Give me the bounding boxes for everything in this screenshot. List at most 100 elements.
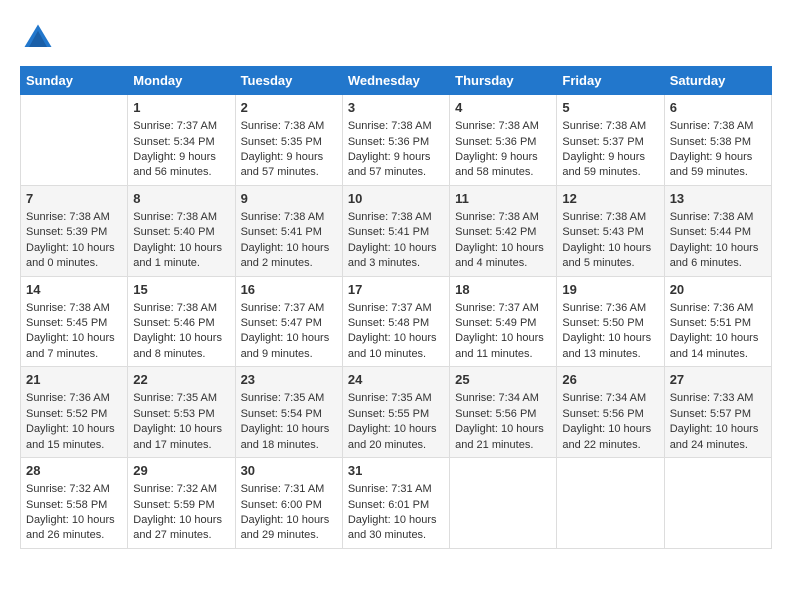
- sunset-text: Sunset: 5:41 PM: [348, 226, 429, 238]
- sunset-text: Sunset: 5:54 PM: [241, 408, 322, 420]
- sunset-text: Sunset: 5:37 PM: [562, 136, 643, 148]
- daylight-text: Daylight: 10 hours and 11 minutes.: [455, 332, 544, 359]
- daylight-text: Daylight: 10 hours and 26 minutes.: [26, 514, 115, 541]
- sunrise-text: Sunrise: 7:38 AM: [348, 211, 432, 223]
- daylight-text: Daylight: 10 hours and 1 minute.: [133, 242, 222, 269]
- day-cell: 15Sunrise: 7:38 AMSunset: 5:46 PMDayligh…: [128, 276, 235, 367]
- day-number: 21: [26, 371, 122, 389]
- day-number: 8: [133, 190, 229, 208]
- page-header: [20, 20, 772, 56]
- sunrise-text: Sunrise: 7:38 AM: [455, 120, 539, 132]
- logo-icon: [20, 20, 56, 56]
- week-row-5: 28Sunrise: 7:32 AMSunset: 5:58 PMDayligh…: [21, 458, 772, 549]
- column-header-friday: Friday: [557, 67, 664, 95]
- daylight-text: Daylight: 10 hours and 30 minutes.: [348, 514, 437, 541]
- sunset-text: Sunset: 5:36 PM: [348, 136, 429, 148]
- day-cell: 22Sunrise: 7:35 AMSunset: 5:53 PMDayligh…: [128, 367, 235, 458]
- day-cell: 24Sunrise: 7:35 AMSunset: 5:55 PMDayligh…: [342, 367, 449, 458]
- daylight-text: Daylight: 10 hours and 15 minutes.: [26, 423, 115, 450]
- sunset-text: Sunset: 5:42 PM: [455, 226, 536, 238]
- sunset-text: Sunset: 5:57 PM: [670, 408, 751, 420]
- day-cell: 5Sunrise: 7:38 AMSunset: 5:37 PMDaylight…: [557, 95, 664, 186]
- sunset-text: Sunset: 5:56 PM: [455, 408, 536, 420]
- sunrise-text: Sunrise: 7:31 AM: [241, 483, 325, 495]
- sunset-text: Sunset: 6:01 PM: [348, 499, 429, 511]
- day-cell: 20Sunrise: 7:36 AMSunset: 5:51 PMDayligh…: [664, 276, 771, 367]
- sunrise-text: Sunrise: 7:37 AM: [455, 302, 539, 314]
- day-cell: 17Sunrise: 7:37 AMSunset: 5:48 PMDayligh…: [342, 276, 449, 367]
- column-header-tuesday: Tuesday: [235, 67, 342, 95]
- daylight-text: Daylight: 10 hours and 7 minutes.: [26, 332, 115, 359]
- day-cell: 9Sunrise: 7:38 AMSunset: 5:41 PMDaylight…: [235, 185, 342, 276]
- daylight-text: Daylight: 10 hours and 8 minutes.: [133, 332, 222, 359]
- sunrise-text: Sunrise: 7:38 AM: [670, 120, 754, 132]
- sunset-text: Sunset: 5:58 PM: [26, 499, 107, 511]
- daylight-text: Daylight: 9 hours and 59 minutes.: [670, 151, 753, 178]
- day-number: 3: [348, 99, 444, 117]
- column-header-monday: Monday: [128, 67, 235, 95]
- day-cell: 12Sunrise: 7:38 AMSunset: 5:43 PMDayligh…: [557, 185, 664, 276]
- sunset-text: Sunset: 5:55 PM: [348, 408, 429, 420]
- daylight-text: Daylight: 10 hours and 5 minutes.: [562, 242, 651, 269]
- day-number: 15: [133, 281, 229, 299]
- sunset-text: Sunset: 5:40 PM: [133, 226, 214, 238]
- day-cell: 19Sunrise: 7:36 AMSunset: 5:50 PMDayligh…: [557, 276, 664, 367]
- sunrise-text: Sunrise: 7:35 AM: [133, 392, 217, 404]
- sunrise-text: Sunrise: 7:38 AM: [133, 211, 217, 223]
- day-number: 5: [562, 99, 658, 117]
- sunrise-text: Sunrise: 7:31 AM: [348, 483, 432, 495]
- daylight-text: Daylight: 10 hours and 2 minutes.: [241, 242, 330, 269]
- day-cell: [557, 458, 664, 549]
- week-row-4: 21 Sunrise: 7:36 AM Sunset: 5:52 PM Dayligh…: [21, 367, 772, 458]
- daylight-text: Daylight: 10 hours and 6 minutes.: [670, 242, 759, 269]
- sunset-text: Sunset: 5:50 PM: [562, 317, 643, 329]
- daylight-text: Daylight: 9 hours and 56 minutes.: [133, 151, 216, 178]
- day-cell: 6Sunrise: 7:38 AMSunset: 5:38 PMDaylight…: [664, 95, 771, 186]
- sunset-text: Sunset: 5:51 PM: [670, 317, 751, 329]
- daylight-text: Daylight: 10 hours and 0 minutes.: [26, 242, 115, 269]
- sunset-text: Sunset: 5:43 PM: [562, 226, 643, 238]
- sunrise-text: Sunrise: 7:38 AM: [562, 211, 646, 223]
- header-row: SundayMondayTuesdayWednesdayThursdayFrid…: [21, 67, 772, 95]
- daylight-text: Daylight: 10 hours and 18 minutes.: [241, 423, 330, 450]
- day-number: 2: [241, 99, 337, 117]
- day-number: 1: [133, 99, 229, 117]
- day-cell: 10 Sunrise: 7:38 AM Sunset: 5:41 PM Dayligh…: [342, 185, 449, 276]
- daylight-text: Daylight: 10 hours and 24 minutes.: [670, 423, 759, 450]
- day-cell: 26Sunrise: 7:34 AMSunset: 5:56 PMDayligh…: [557, 367, 664, 458]
- sunset-text: Sunset: 5:52 PM: [26, 408, 107, 420]
- sunrise-text: Sunrise: 7:36 AM: [670, 302, 754, 314]
- daylight-text: Daylight: 10 hours and 22 minutes.: [562, 423, 651, 450]
- sunset-text: Sunset: 5:34 PM: [133, 136, 214, 148]
- daylight-text: Daylight: 10 hours and 3 minutes.: [348, 242, 437, 269]
- sunrise-text: Sunrise: 7:33 AM: [670, 392, 754, 404]
- day-number: 24: [348, 371, 444, 389]
- column-header-saturday: Saturday: [664, 67, 771, 95]
- day-cell: 30Sunrise: 7:31 AMSunset: 6:00 PMDayligh…: [235, 458, 342, 549]
- day-number: 14: [26, 281, 122, 299]
- daylight-text: Daylight: 10 hours and 10 minutes.: [348, 332, 437, 359]
- daylight-text: Daylight: 10 hours and 20 minutes.: [348, 423, 437, 450]
- daylight-text: Daylight: 9 hours and 59 minutes.: [562, 151, 645, 178]
- sunrise-text: Sunrise: 7:38 AM: [241, 120, 325, 132]
- sunrise-text: Sunrise: 7:38 AM: [26, 302, 110, 314]
- day-cell: 11 Sunrise: 7:38 AM Sunset: 5:42 PM Dayligh…: [450, 185, 557, 276]
- day-number: 11: [455, 190, 551, 208]
- sunrise-text: Sunrise: 7:36 AM: [26, 392, 110, 404]
- sunset-text: Sunset: 5:44 PM: [670, 226, 751, 238]
- sunset-text: Sunset: 5:59 PM: [133, 499, 214, 511]
- calendar-table: SundayMondayTuesdayWednesdayThursdayFrid…: [20, 66, 772, 549]
- day-number: 10: [348, 190, 444, 208]
- daylight-text: Daylight: 10 hours and 4 minutes.: [455, 242, 544, 269]
- day-number: 7: [26, 190, 122, 208]
- daylight-text: Daylight: 10 hours and 21 minutes.: [455, 423, 544, 450]
- sunrise-text: Sunrise: 7:38 AM: [455, 211, 539, 223]
- day-cell: 1Sunrise: 7:37 AMSunset: 5:34 PMDaylight…: [128, 95, 235, 186]
- day-number: 23: [241, 371, 337, 389]
- day-cell: 4Sunrise: 7:38 AMSunset: 5:36 PMDaylight…: [450, 95, 557, 186]
- sunset-text: Sunset: 5:38 PM: [670, 136, 751, 148]
- daylight-text: Daylight: 10 hours and 27 minutes.: [133, 514, 222, 541]
- column-header-sunday: Sunday: [21, 67, 128, 95]
- sunrise-text: Sunrise: 7:37 AM: [241, 302, 325, 314]
- day-number: 30: [241, 462, 337, 480]
